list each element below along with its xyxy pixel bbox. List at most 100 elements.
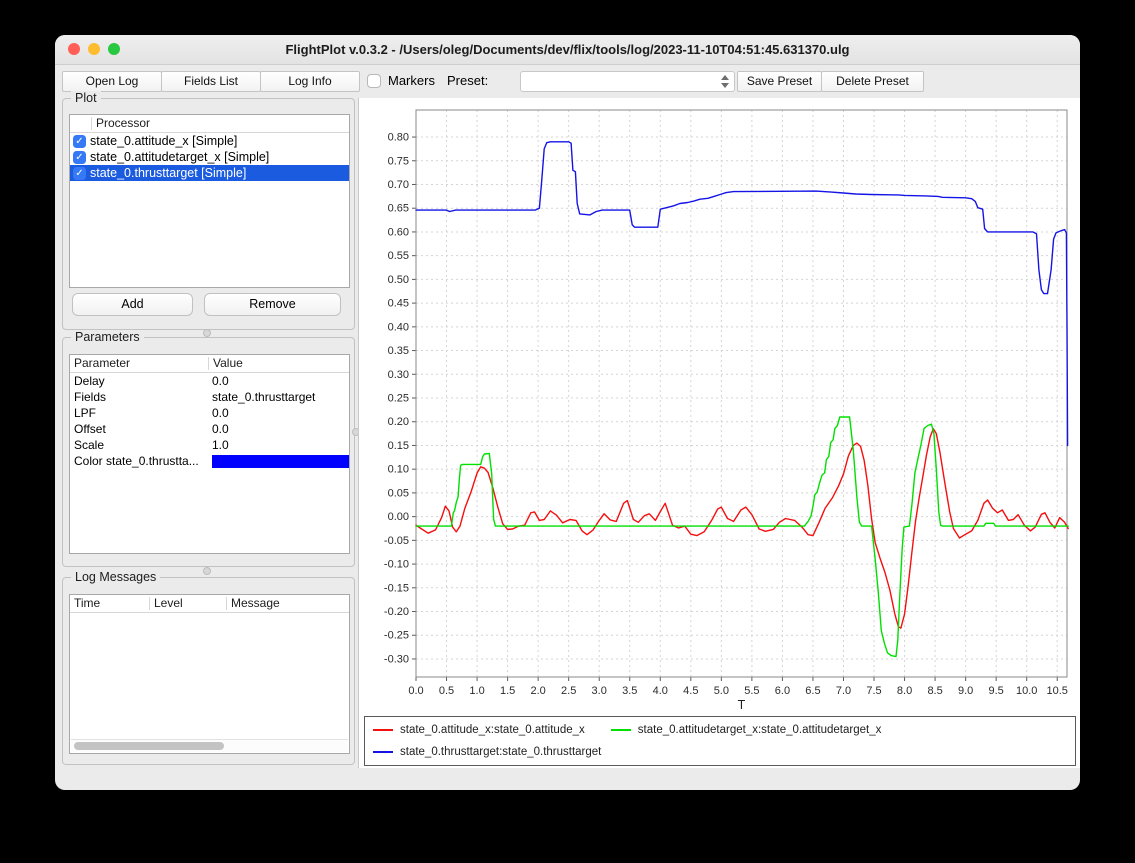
- value-column-header[interactable]: Value: [208, 357, 349, 370]
- close-window-button[interactable]: [68, 43, 80, 55]
- svg-text:7.0: 7.0: [836, 685, 851, 697]
- svg-text:-0.05: -0.05: [384, 535, 409, 547]
- splitter-handle-top[interactable]: [203, 329, 211, 337]
- svg-text:-0.15: -0.15: [384, 582, 409, 594]
- processor-row[interactable]: ✓ state_0.thrusttarget [Simple]: [70, 165, 349, 181]
- log-info-button[interactable]: Log Info: [260, 71, 360, 92]
- svg-text:7.5: 7.5: [866, 685, 881, 697]
- add-button[interactable]: Add: [72, 293, 193, 316]
- remove-button[interactable]: Remove: [204, 293, 341, 316]
- parameter-row[interactable]: LPF0.0: [70, 405, 349, 421]
- plot-panel-title: Plot: [71, 91, 101, 105]
- zoom-window-button[interactable]: [108, 43, 120, 55]
- parameter-row[interactable]: Fieldsstate_0.thrusttarget: [70, 389, 349, 405]
- svg-text:-0.20: -0.20: [384, 606, 409, 618]
- svg-text:3.0: 3.0: [592, 685, 607, 697]
- svg-text:0.10: 0.10: [388, 464, 409, 476]
- parameter-row[interactable]: Scale1.0: [70, 437, 349, 453]
- preset-label: Preset:: [447, 73, 488, 88]
- log-messages-table: Time Level Message: [69, 594, 350, 754]
- time-column-header[interactable]: Time: [70, 597, 149, 610]
- log-horizontal-scrollbar[interactable]: [71, 739, 348, 752]
- svg-text:1.5: 1.5: [500, 685, 515, 697]
- svg-text:2.0: 2.0: [530, 685, 545, 697]
- svg-text:9.0: 9.0: [958, 685, 973, 697]
- preset-button-group: Save Preset Delete Preset: [737, 71, 924, 92]
- log-horizontal-scrollbar-thumb[interactable]: [74, 742, 224, 750]
- log-messages-panel-title: Log Messages: [71, 570, 160, 584]
- color-swatch[interactable]: [212, 455, 349, 468]
- legend-item: state_0.attitudetarget_x:state_0.attitud…: [611, 721, 882, 739]
- parameter-value[interactable]: [208, 455, 349, 468]
- parameter-value[interactable]: 0.0: [208, 406, 349, 420]
- svg-text:9.5: 9.5: [989, 685, 1004, 697]
- parameter-row[interactable]: Delay0.0: [70, 373, 349, 389]
- save-preset-button[interactable]: Save Preset: [737, 71, 822, 92]
- parameter-row[interactable]: Color state_0.thrustta...: [70, 453, 349, 469]
- processor-checkbox-column-header[interactable]: [70, 117, 91, 130]
- parameters-panel-title: Parameters: [71, 330, 144, 344]
- svg-text:0.80: 0.80: [388, 132, 409, 144]
- svg-text:0.60: 0.60: [388, 226, 409, 238]
- screenshot-stage: FlightPlot v.0.3.2 - /Users/oleg/Documen…: [0, 0, 1135, 863]
- chart-series-line: [416, 142, 1068, 446]
- level-column-header[interactable]: Level: [149, 597, 226, 610]
- chart-panel: -0.30-0.25-0.20-0.15-0.10-0.050.000.050.…: [358, 98, 1080, 768]
- preset-combobox[interactable]: [520, 71, 735, 92]
- legend-line-sample-icon: [373, 729, 393, 731]
- processor-checkbox[interactable]: ✓: [73, 135, 86, 148]
- processor-row[interactable]: ✓state_0.attitude_x [Simple]: [70, 133, 349, 149]
- svg-text:8.5: 8.5: [927, 685, 942, 697]
- svg-text:8.0: 8.0: [897, 685, 912, 697]
- parameter-row[interactable]: Offset0.0: [70, 421, 349, 437]
- processor-label: state_0.thrusttarget [Simple]: [90, 166, 246, 180]
- plot-panel: Plot Processor ✓state_0.attitude_x [Simp…: [62, 98, 355, 330]
- svg-text:0.30: 0.30: [388, 369, 409, 381]
- chevron-up-down-icon: [721, 75, 730, 88]
- message-column-header[interactable]: Message: [226, 597, 349, 610]
- svg-text:0.35: 0.35: [388, 345, 409, 357]
- svg-text:-0.30: -0.30: [384, 653, 409, 665]
- traffic-lights: [68, 43, 120, 55]
- toolbar-button-group: Open Log Fields List Log Info: [62, 71, 360, 92]
- parameter-value[interactable]: 0.0: [208, 422, 349, 436]
- chart-canvas[interactable]: -0.30-0.25-0.20-0.15-0.10-0.050.000.050.…: [359, 98, 1080, 712]
- svg-text:10.0: 10.0: [1016, 685, 1037, 697]
- svg-text:0.55: 0.55: [388, 250, 409, 262]
- svg-text:0.25: 0.25: [388, 393, 409, 405]
- legend-line-sample-icon: [611, 729, 631, 731]
- svg-text:-0.10: -0.10: [384, 559, 409, 571]
- parameter-name: Fields: [70, 390, 208, 404]
- parameter-value[interactable]: 1.0: [208, 438, 349, 452]
- svg-text:10.5: 10.5: [1047, 685, 1068, 697]
- splitter-handle-bottom[interactable]: [203, 567, 211, 575]
- parameter-column-header[interactable]: Parameter: [70, 357, 208, 370]
- chart-legend: state_0.attitude_x:state_0.attitude_x sta…: [364, 716, 1076, 766]
- markers-checkbox[interactable]: [367, 74, 381, 88]
- open-log-button[interactable]: Open Log: [62, 71, 162, 92]
- svg-text:0.20: 0.20: [388, 416, 409, 428]
- svg-text:6.0: 6.0: [775, 685, 790, 697]
- processor-checkbox[interactable]: ✓: [73, 167, 86, 180]
- markers-label: Markers: [388, 73, 435, 88]
- minimize-window-button[interactable]: [88, 43, 100, 55]
- parameter-value[interactable]: state_0.thrusttarget: [208, 390, 349, 404]
- fields-list-button[interactable]: Fields List: [161, 71, 261, 92]
- parameter-name: Delay: [70, 374, 208, 388]
- svg-text:0.65: 0.65: [388, 203, 409, 215]
- parameter-value[interactable]: 0.0: [208, 374, 349, 388]
- processor-checkbox[interactable]: ✓: [73, 151, 86, 164]
- delete-preset-button[interactable]: Delete Preset: [821, 71, 924, 92]
- legend-item: state_0.attitude_x:state_0.attitude_x: [373, 721, 585, 739]
- processor-column-header[interactable]: Processor: [91, 117, 349, 130]
- parameter-name: Offset: [70, 422, 208, 436]
- parameters-panel: Parameters Parameter Value Delay0.0Field…: [62, 337, 355, 567]
- chart-series-line: [416, 429, 1068, 628]
- svg-text:0.5: 0.5: [439, 685, 454, 697]
- svg-text:0.45: 0.45: [388, 298, 409, 310]
- svg-text:0.40: 0.40: [388, 321, 409, 333]
- svg-text:6.5: 6.5: [805, 685, 820, 697]
- processor-row[interactable]: ✓state_0.attitudetarget_x [Simple]: [70, 149, 349, 165]
- svg-text:1.0: 1.0: [469, 685, 484, 697]
- svg-text:0.70: 0.70: [388, 179, 409, 191]
